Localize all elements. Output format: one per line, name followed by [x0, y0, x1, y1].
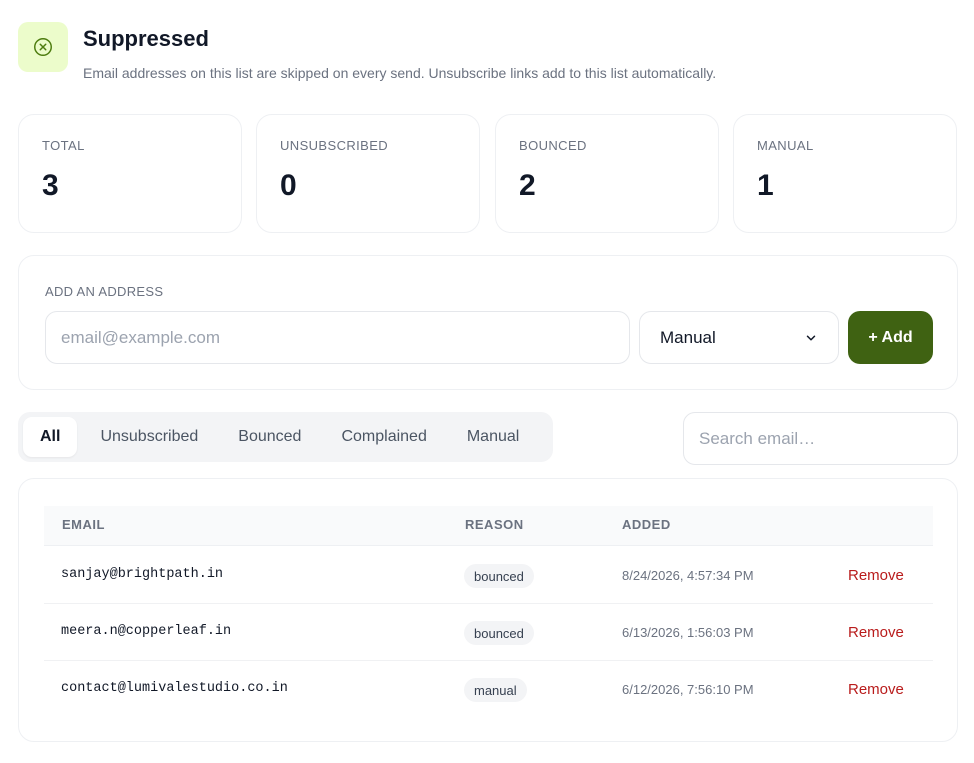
- row-added: 8/24/2026, 4:57:34 PM: [622, 568, 754, 583]
- column-header-email: EMAIL: [62, 517, 105, 532]
- stat-card-total: TOTAL 3: [18, 114, 242, 233]
- remove-button[interactable]: Remove: [848, 567, 904, 584]
- row-added: 6/13/2026, 1:56:03 PM: [622, 625, 754, 640]
- page-subtitle: Email addresses on this list are skipped…: [83, 65, 717, 81]
- suppression-table: EMAIL REASON ADDED sanjay@brightpath.in …: [18, 478, 958, 742]
- column-header-reason: REASON: [465, 517, 524, 532]
- reason-badge: bounced: [464, 621, 534, 645]
- column-header-added: ADDED: [622, 517, 671, 532]
- stat-card-unsubscribed: UNSUBSCRIBED 0: [256, 114, 480, 233]
- stat-label: BOUNCED: [519, 138, 587, 153]
- page-title: Suppressed: [83, 26, 209, 51]
- row-added: 6/12/2026, 7:56:10 PM: [622, 682, 754, 697]
- stat-value: 1: [757, 169, 774, 202]
- reason-badge: manual: [464, 678, 527, 702]
- email-input[interactable]: [45, 311, 630, 364]
- header-icon-box: [18, 22, 68, 72]
- table-row: meera.n@copperleaf.in bounced 6/13/2026,…: [44, 604, 933, 661]
- row-email: meera.n@copperleaf.in: [61, 624, 232, 639]
- stat-label: UNSUBSCRIBED: [280, 138, 389, 153]
- stat-label: TOTAL: [42, 138, 85, 153]
- add-address-card: ADD AN ADDRESS Manual + Add: [18, 255, 958, 390]
- stat-value: 3: [42, 169, 59, 202]
- filter-tabs: All Unsubscribed Bounced Complained Manu…: [18, 412, 553, 462]
- tab-manual[interactable]: Manual: [450, 417, 536, 457]
- chevron-down-icon: [806, 334, 816, 341]
- x-circle-icon: [34, 38, 52, 56]
- reason-select-value: Manual: [660, 327, 716, 347]
- tab-bounced[interactable]: Bounced: [221, 417, 318, 457]
- remove-button[interactable]: Remove: [848, 681, 904, 698]
- tab-all[interactable]: All: [23, 417, 78, 457]
- reason-select[interactable]: Manual: [639, 311, 839, 364]
- search-input[interactable]: [683, 412, 958, 465]
- tab-complained[interactable]: Complained: [324, 417, 443, 457]
- reason-badge: bounced: [464, 564, 534, 588]
- row-email: sanjay@brightpath.in: [61, 567, 224, 582]
- table-row: sanjay@brightpath.in bounced 8/24/2026, …: [44, 547, 933, 604]
- row-email: contact@lumivalestudio.co.in: [61, 681, 288, 696]
- stat-value: 2: [519, 169, 536, 202]
- stat-value: 0: [280, 169, 297, 202]
- stat-label: MANUAL: [757, 138, 814, 153]
- page-header: Suppressed Email addresses on this list …: [18, 22, 958, 82]
- remove-button[interactable]: Remove: [848, 624, 904, 641]
- table-row: contact@lumivalestudio.co.in manual 6/12…: [44, 661, 933, 718]
- stat-card-bounced: BOUNCED 2: [495, 114, 719, 233]
- table-header: EMAIL REASON ADDED: [44, 506, 933, 546]
- add-button[interactable]: + Add: [848, 311, 933, 364]
- stat-card-manual: MANUAL 1: [733, 114, 957, 233]
- tab-unsubscribed[interactable]: Unsubscribed: [83, 417, 215, 457]
- add-address-label: ADD AN ADDRESS: [45, 284, 164, 299]
